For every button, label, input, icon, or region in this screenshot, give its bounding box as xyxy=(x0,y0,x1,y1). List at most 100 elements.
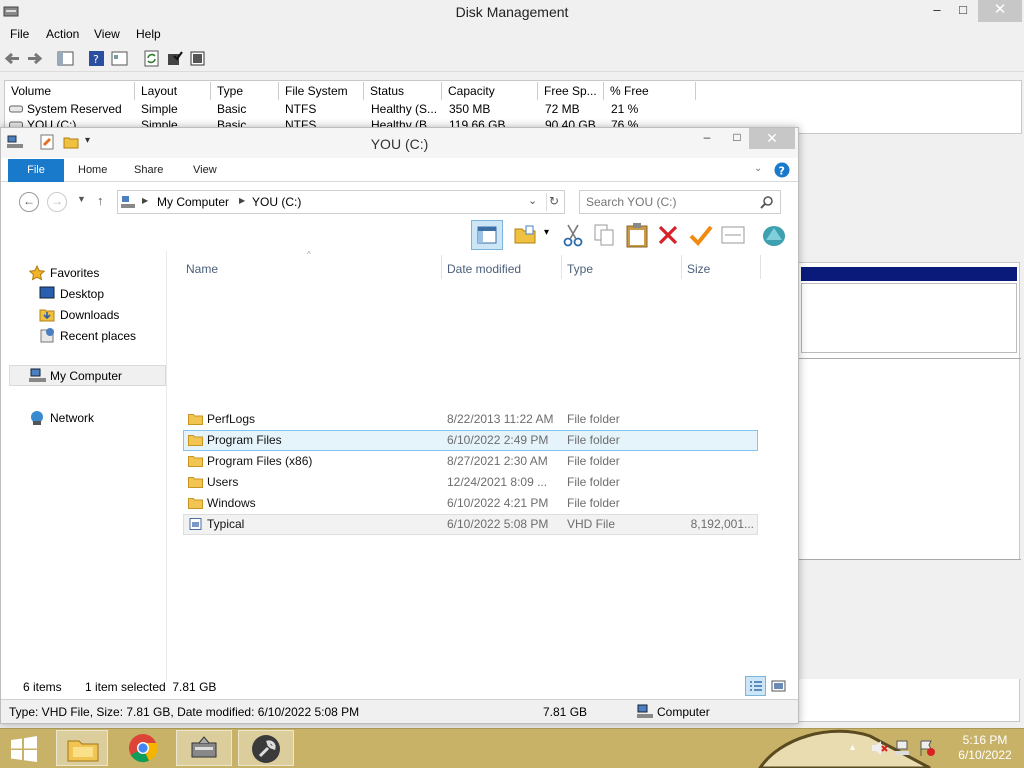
column-header-name[interactable]: Name xyxy=(186,259,218,279)
nav-desktop[interactable]: Desktop xyxy=(60,284,104,304)
menu-file[interactable]: File xyxy=(10,27,29,41)
column-separator[interactable] xyxy=(561,255,562,279)
breadcrumb-separator-icon[interactable]: ▶ xyxy=(239,196,245,205)
expand-ribbon-chevron-icon[interactable]: ⌄ xyxy=(754,163,762,174)
col-type[interactable]: Type xyxy=(211,82,279,100)
back-arrow-icon[interactable] xyxy=(4,50,21,67)
dropdown-chevron-icon[interactable]: ▾ xyxy=(544,227,549,238)
taskbar-disk-management[interactable] xyxy=(176,730,232,766)
explorer-title: YOU (C:) xyxy=(370,136,429,152)
file-row[interactable]: Typical 6/10/2022 5:08 PM VHD File 8,192… xyxy=(183,514,758,535)
up-arrow-icon[interactable]: ↑ xyxy=(97,193,104,208)
tab-share[interactable]: Share xyxy=(134,164,163,176)
menu-view[interactable]: View xyxy=(94,27,120,41)
partition-block[interactable] xyxy=(801,283,1017,353)
refresh-icon[interactable]: ↻ xyxy=(549,194,559,208)
forward-arrow-icon[interactable] xyxy=(26,50,43,67)
vhd-file-icon xyxy=(189,518,202,530)
copy-icon[interactable] xyxy=(593,223,615,247)
address-row: ← → ▼ ↑ ▶ My Computer ▶ YOU (C:) ⌄ ↻ xyxy=(1,183,798,219)
column-separator[interactable] xyxy=(760,255,761,279)
shell-properties-icon[interactable] xyxy=(761,223,787,247)
search-box[interactable] xyxy=(579,190,781,214)
folder-options-icon[interactable] xyxy=(514,224,536,246)
show-hide-console-icon[interactable] xyxy=(57,50,74,67)
file-row-selected[interactable]: Program Files 6/10/2022 2:49 PM File fol… xyxy=(183,430,758,451)
start-button[interactable] xyxy=(0,730,56,766)
volume-muted-icon[interactable] xyxy=(870,739,888,757)
column-separator[interactable] xyxy=(681,255,682,279)
file-row[interactable]: PerfLogs 8/22/2013 11:22 AM File folder xyxy=(183,409,758,430)
help-icon[interactable]: ? xyxy=(774,162,790,178)
volume-name[interactable]: System Reserved xyxy=(27,101,122,117)
col-status[interactable]: Status xyxy=(364,82,442,100)
details-view-button[interactable] xyxy=(745,676,766,696)
explorer-minimize-button[interactable]: – xyxy=(694,130,720,148)
taskbar-chrome[interactable] xyxy=(116,730,172,766)
col-percent-free[interactable]: % Free xyxy=(604,82,696,100)
explorer-titlebar[interactable]: ▾ YOU (C:) – □ ✕ xyxy=(1,128,798,158)
taskbar-tools-app[interactable] xyxy=(238,730,294,766)
action-center-flag-icon[interactable] xyxy=(918,739,936,757)
disk-management-titlebar[interactable]: Disk Management – □ ✕ xyxy=(0,0,1024,24)
disk-graphical-view[interactable] xyxy=(798,262,1021,722)
column-separator[interactable] xyxy=(441,255,442,279)
back-button[interactable]: ← xyxy=(19,192,39,212)
nav-downloads[interactable]: Downloads xyxy=(60,305,119,325)
file-row[interactable]: Windows 6/10/2022 4:21 PM File folder xyxy=(183,493,758,514)
address-history-chevron-icon[interactable]: ⌄ xyxy=(528,194,537,207)
nav-favorites[interactable]: Favorites xyxy=(50,263,99,283)
nav-my-computer[interactable]: My Computer xyxy=(50,366,122,386)
disk-legend-area xyxy=(799,559,1021,679)
preview-pane-button[interactable] xyxy=(471,220,503,250)
paste-icon[interactable] xyxy=(625,222,649,248)
column-header-type[interactable]: Type xyxy=(567,259,593,279)
breadcrumb-my-computer[interactable]: My Computer xyxy=(157,195,229,209)
col-file-system[interactable]: File System xyxy=(279,82,364,100)
nav-my-computer-row[interactable]: My Computer xyxy=(9,365,166,386)
breadcrumb-current[interactable]: YOU (C:) xyxy=(252,195,301,209)
search-input[interactable] xyxy=(586,194,756,210)
col-free-space[interactable]: Free Sp... xyxy=(538,82,604,100)
dm-close-button[interactable]: ✕ xyxy=(978,0,1022,22)
recent-locations-chevron-icon[interactable]: ▼ xyxy=(77,194,86,204)
explorer-close-button[interactable]: ✕ xyxy=(749,128,795,149)
tab-home[interactable]: Home xyxy=(78,164,107,176)
file-row[interactable]: Program Files (x86) 8/27/2021 2:30 AM Fi… xyxy=(183,451,758,472)
network-tray-icon[interactable] xyxy=(895,739,913,757)
menu-action[interactable]: Action xyxy=(46,27,79,41)
select-all-icon[interactable] xyxy=(721,226,745,244)
tab-view[interactable]: View xyxy=(193,164,217,176)
disk-settings-icon[interactable] xyxy=(189,50,206,67)
delete-icon[interactable] xyxy=(657,224,679,246)
refresh-icon[interactable] xyxy=(143,50,160,67)
explorer-maximize-button[interactable]: □ xyxy=(724,130,750,148)
breadcrumb-separator-icon[interactable]: ▶ xyxy=(142,196,148,205)
cut-icon[interactable] xyxy=(563,223,583,247)
large-icons-view-icon[interactable] xyxy=(771,679,786,693)
menu-help[interactable]: Help xyxy=(136,27,161,41)
show-hidden-icons-chevron-icon[interactable]: ▴ xyxy=(850,742,855,753)
col-capacity[interactable]: Capacity xyxy=(442,82,538,100)
file-list-pane[interactable]: ^ Name Date modified Type Size PerfLogs … xyxy=(166,250,798,681)
tab-file[interactable]: File xyxy=(8,159,64,182)
nav-recent-places[interactable]: Recent places xyxy=(60,326,136,346)
forward-button[interactable]: → xyxy=(47,192,67,212)
taskbar-file-explorer[interactable] xyxy=(56,730,108,766)
file-row[interactable]: Users 12/24/2021 8:09 ... File folder xyxy=(183,472,758,493)
help-icon[interactable]: ? xyxy=(88,50,105,67)
checkmark-disk-icon[interactable] xyxy=(166,50,183,67)
dm-maximize-button[interactable]: □ xyxy=(948,0,978,22)
svg-text:?: ? xyxy=(93,53,99,66)
nav-network[interactable]: Network xyxy=(50,408,94,428)
col-layout[interactable]: Layout xyxy=(135,82,211,100)
column-header-size[interactable]: Size xyxy=(687,259,710,279)
rename-checkmark-icon[interactable] xyxy=(689,224,713,246)
col-volume[interactable]: Volume xyxy=(5,82,135,100)
system-clock[interactable]: 5:16 PM 6/10/2022 xyxy=(950,733,1020,763)
properties-icon[interactable] xyxy=(111,50,128,67)
column-header-date[interactable]: Date modified xyxy=(447,259,521,279)
navigation-pane[interactable]: Favorites Desktop Downloads Recent place… xyxy=(9,251,166,681)
search-icon[interactable] xyxy=(760,196,773,209)
address-bar[interactable]: ▶ My Computer ▶ YOU (C:) ⌄ ↻ xyxy=(117,190,565,214)
